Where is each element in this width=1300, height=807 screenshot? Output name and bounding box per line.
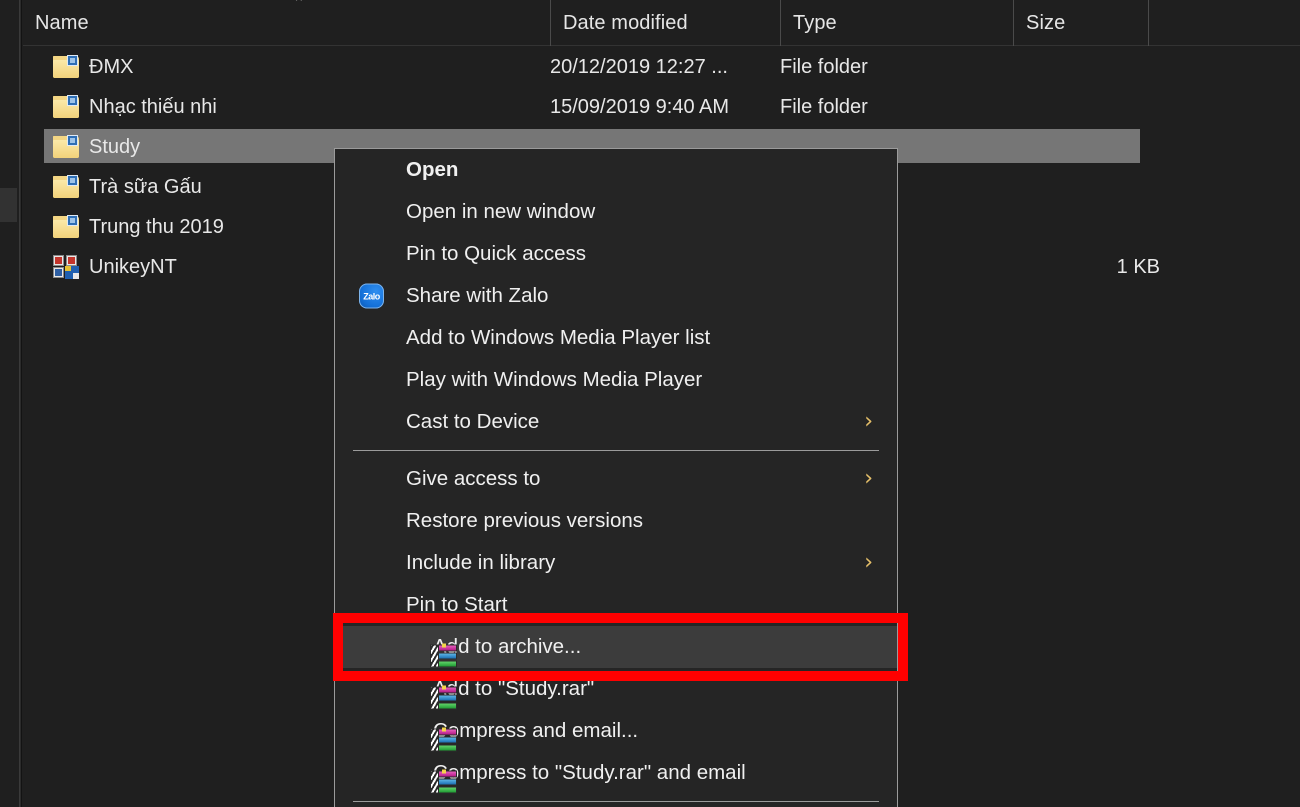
menu-item-play-with-windows-media-player[interactable]: Play with Windows Media Player xyxy=(335,359,897,401)
column-header-spacer[interactable] xyxy=(1148,0,1168,46)
column-header-name[interactable]: Name ⌃ xyxy=(23,0,550,46)
menu-item-compress-to-study-rar-and-email[interactable]: Compress to "Study.rar" and email xyxy=(335,752,897,794)
menu-item-open[interactable]: Open xyxy=(335,149,897,191)
menu-item-add-to-study-rar[interactable]: Add to "Study.rar" xyxy=(335,668,897,710)
menu-item-pin-to-start[interactable]: Pin to Start xyxy=(335,584,897,626)
column-header-date-modified-label: Date modified xyxy=(563,12,688,35)
winrar-icon xyxy=(430,685,457,710)
menu-item-label: Give access to xyxy=(406,467,540,491)
file-date-cell: 15/09/2019 9:40 AM xyxy=(550,87,729,127)
file-name-cell: ĐMX xyxy=(53,47,133,87)
menu-item-label: Open in new window xyxy=(406,200,595,224)
menu-item-label: Compress and email... xyxy=(433,719,638,743)
folder-shared-icon xyxy=(53,56,79,78)
file-name-cell: Study xyxy=(53,127,140,167)
table-row[interactable]: Nhạc thiếu nhi 15/09/2019 9:40 AM File f… xyxy=(23,87,1300,127)
file-type-cell: File folder xyxy=(780,47,868,87)
file-type-cell: File folder xyxy=(780,87,868,127)
menu-item-restore-previous-versions[interactable]: Restore previous versions xyxy=(335,500,897,542)
folder-shared-icon xyxy=(53,96,79,118)
winrar-icon xyxy=(430,727,457,752)
menu-item-label: Restore previous versions xyxy=(406,509,643,533)
menu-separator xyxy=(353,450,879,451)
column-header-type[interactable]: Type xyxy=(780,0,1013,46)
menu-item-add-to-windows-media-player-list[interactable]: Add to Windows Media Player list xyxy=(335,317,897,359)
menu-item-label: Open xyxy=(406,158,458,182)
file-size-cell xyxy=(1013,167,1168,207)
winrar-icon xyxy=(430,769,457,794)
menu-item-label: Cast to Device xyxy=(406,410,539,434)
folder-shared-icon xyxy=(53,176,79,198)
file-type-label: File folder xyxy=(780,96,868,119)
file-size-cell xyxy=(1013,47,1168,87)
file-size-cell xyxy=(1013,127,1168,167)
menu-item-compress-and-email[interactable]: Compress and email... xyxy=(335,710,897,752)
menu-item-label: Play with Windows Media Player xyxy=(406,368,702,392)
folder-shared-icon xyxy=(53,136,79,158)
file-size-cell xyxy=(1013,207,1168,247)
chevron-right-icon: › xyxy=(864,552,873,574)
column-header-size-label: Size xyxy=(1026,12,1065,35)
file-name-label: UnikeyNT xyxy=(89,256,177,279)
file-name-cell: Trà sữa Gấu xyxy=(53,167,202,207)
menu-item-give-access-to[interactable]: Give access to › xyxy=(335,458,897,500)
menu-item-label: Include in library xyxy=(406,551,555,575)
menu-item-include-in-library[interactable]: Include in library › xyxy=(335,542,897,584)
winrar-icon xyxy=(430,643,457,668)
file-type-label: File folder xyxy=(780,56,868,79)
file-name-cell: Trung thu 2019 xyxy=(53,207,224,247)
file-size-cell xyxy=(1013,87,1168,127)
column-header-size[interactable]: Size xyxy=(1013,0,1148,46)
file-explorer-window: Name ⌃ Date modified Type Size xyxy=(0,0,1300,807)
menu-separator xyxy=(353,801,879,802)
folder-shared-icon xyxy=(53,216,79,238)
file-name-cell: Nhạc thiếu nhi xyxy=(53,87,217,127)
file-date-cell: 20/12/2019 12:27 ... xyxy=(550,47,728,87)
file-date-label: 15/09/2019 9:40 AM xyxy=(550,96,729,119)
menu-item-label: Pin to Quick access xyxy=(406,242,586,266)
context-menu: Open Open in new window Pin to Quick acc… xyxy=(334,148,898,807)
zalo-icon: Zalo xyxy=(359,284,384,309)
chevron-right-icon: › xyxy=(864,411,873,433)
column-header-bar: Name ⌃ Date modified Type Size xyxy=(23,0,1300,46)
chevron-right-icon: › xyxy=(864,468,873,490)
menu-item-pin-to-quick-access[interactable]: Pin to Quick access xyxy=(335,233,897,275)
table-row[interactable]: ĐMX 20/12/2019 12:27 ... File folder xyxy=(23,47,1300,87)
menu-item-share-with-zalo[interactable]: Zalo Share with Zalo xyxy=(335,275,897,317)
navigation-pane[interactable] xyxy=(0,0,19,807)
column-header-name-label: Name xyxy=(35,12,89,35)
navigation-pane-selected-item[interactable] xyxy=(0,188,17,222)
menu-item-cast-to-device[interactable]: Cast to Device › xyxy=(335,401,897,443)
column-header-type-label: Type xyxy=(793,12,837,35)
menu-item-label: Add to "Study.rar" xyxy=(433,677,594,701)
menu-item-label: Pin to Start xyxy=(406,593,507,617)
menu-item-label: Compress to "Study.rar" and email xyxy=(433,761,746,785)
pane-splitter[interactable] xyxy=(19,0,22,807)
unikey-app-icon xyxy=(53,255,79,279)
file-name-label: Nhạc thiếu nhi xyxy=(89,96,217,119)
file-name-label: ĐMX xyxy=(89,56,133,79)
file-size-cell: 1 KB xyxy=(1013,247,1168,287)
file-size-label: 1 KB xyxy=(1117,256,1160,279)
file-name-label: Study xyxy=(89,136,140,159)
menu-item-add-to-archive[interactable]: Add to archive... xyxy=(335,626,897,668)
menu-item-label: Add to Windows Media Player list xyxy=(406,326,710,350)
column-header-date-modified[interactable]: Date modified xyxy=(550,0,780,46)
file-date-label: 20/12/2019 12:27 ... xyxy=(550,56,728,79)
menu-item-label: Share with Zalo xyxy=(406,284,548,308)
file-name-label: Trà sữa Gấu xyxy=(89,176,202,199)
file-name-label: Trung thu 2019 xyxy=(89,216,224,239)
menu-item-open-in-new-window[interactable]: Open in new window xyxy=(335,191,897,233)
file-name-cell: UnikeyNT xyxy=(53,247,177,287)
sort-ascending-icon: ⌃ xyxy=(288,0,310,10)
